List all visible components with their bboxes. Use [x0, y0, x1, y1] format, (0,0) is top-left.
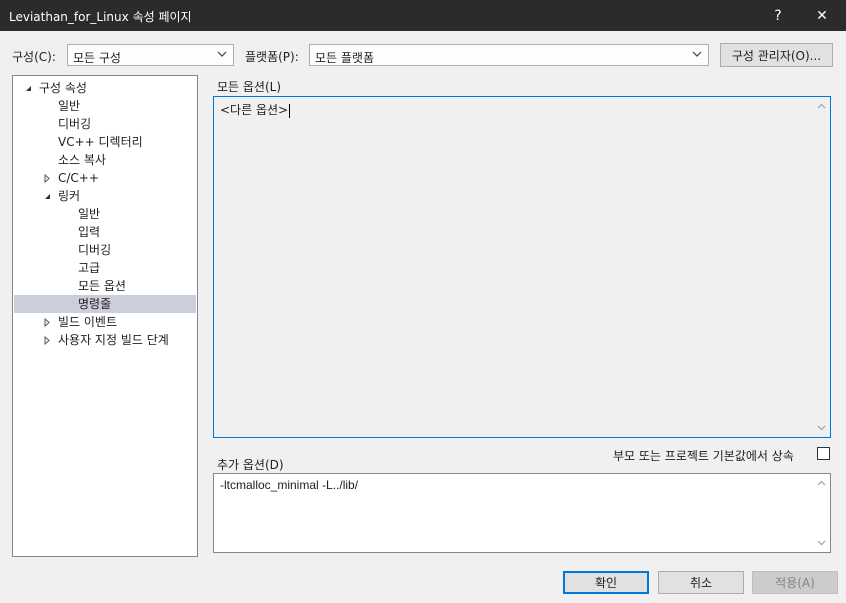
- property-tree[interactable]: 구성 속성 일반 디버깅 VC++ 디렉터리 소스 복사 C/C++ 링커 일반 입력 디버깅 고급…: [12, 75, 198, 557]
- tree-item-label: C/C++: [58, 171, 99, 185]
- window-title: Leviathan_for_Linux 속성 페이지: [9, 10, 192, 24]
- close-button[interactable]: ✕: [802, 0, 842, 31]
- cancel-button[interactable]: 취소: [658, 571, 744, 594]
- tree-item[interactable]: VC++ 디렉터리: [14, 133, 196, 151]
- inherit-checkbox[interactable]: [817, 447, 830, 460]
- tree-item-label: 구성 속성: [39, 81, 87, 95]
- tree-item[interactable]: 빌드 이벤트: [14, 313, 196, 331]
- chevron-down-icon: [692, 51, 702, 57]
- expanded-arrow-icon[interactable]: [43, 192, 52, 201]
- help-button[interactable]: ?: [758, 0, 798, 31]
- platform-value: 모든 플랫폼: [315, 51, 375, 65]
- tree-item[interactable]: 소스 복사: [14, 151, 196, 169]
- all-options-textarea[interactable]: <다른 옵션>: [213, 96, 831, 438]
- text-caret: [289, 103, 291, 118]
- tree-item[interactable]: 사용자 지정 빌드 단계: [14, 331, 196, 349]
- tree-item-label: 빌드 이벤트: [58, 315, 118, 329]
- tree-item[interactable]: 모든 옵션: [14, 277, 196, 295]
- config-value: 모든 구성: [73, 51, 121, 65]
- tree-item-label: 고급: [78, 261, 101, 275]
- tree-item-label: VC++ 디렉터리: [58, 135, 143, 149]
- tree-item[interactable]: 디버깅: [14, 115, 196, 133]
- tree-item[interactable]: 고급: [14, 259, 196, 277]
- all-options-value: <다른 옵션>: [220, 103, 289, 117]
- tree-item-label: 사용자 지정 빌드 단계: [58, 333, 169, 347]
- additional-options-textarea[interactable]: -ltcmalloc_minimal -L../lib/: [213, 473, 831, 553]
- tree-item-label: 모든 옵션: [78, 279, 126, 293]
- scroll-up-icon[interactable]: [817, 102, 826, 111]
- ok-button[interactable]: 확인: [563, 571, 649, 594]
- config-label: 구성(C):: [12, 50, 56, 64]
- title-bar: Leviathan_for_Linux 속성 페이지 ? ✕: [0, 0, 846, 31]
- tree-item-label: 일반: [58, 99, 81, 113]
- scroll-down-icon[interactable]: [817, 423, 826, 432]
- tree-item[interactable]: 입력: [14, 223, 196, 241]
- tree-item-label: 디버깅: [58, 117, 92, 131]
- tree-item-label: 디버깅: [78, 243, 112, 257]
- additional-options-value: -ltcmalloc_minimal -L../lib/: [220, 478, 359, 492]
- additional-options-label: 추가 옵션(D): [217, 458, 284, 472]
- tree-item[interactable]: 일반: [14, 205, 196, 223]
- all-options-scrollbar[interactable]: [814, 98, 829, 436]
- platform-label: 플랫폼(P):: [245, 50, 299, 64]
- additional-options-scrollbar[interactable]: [814, 475, 829, 551]
- config-combobox[interactable]: 모든 구성: [67, 44, 234, 66]
- tree-item[interactable]: 구성 속성: [14, 79, 196, 97]
- tree-item-label: 일반: [78, 207, 101, 221]
- inherit-label: 부모 또는 프로젝트 기본값에서 상속: [613, 449, 794, 463]
- scroll-down-icon[interactable]: [817, 538, 826, 547]
- tree-item-label: 소스 복사: [58, 153, 106, 167]
- tree-item[interactable]: 링커: [14, 187, 196, 205]
- close-icon: ✕: [816, 7, 828, 24]
- collapsed-arrow-icon[interactable]: [43, 336, 52, 345]
- tree-item[interactable]: 일반: [14, 97, 196, 115]
- tree-item[interactable]: 명령줄: [14, 295, 196, 313]
- apply-button[interactable]: 적용(A): [752, 571, 838, 594]
- platform-combobox[interactable]: 모든 플랫폼: [309, 44, 709, 66]
- all-options-label: 모든 옵션(L): [217, 80, 282, 94]
- tree-item[interactable]: 디버깅: [14, 241, 196, 259]
- chevron-down-icon: [217, 51, 227, 57]
- tree-item-label: 명령줄: [78, 297, 112, 311]
- scroll-up-icon[interactable]: [817, 479, 826, 488]
- collapsed-arrow-icon[interactable]: [43, 318, 52, 327]
- expanded-arrow-icon[interactable]: [24, 84, 33, 93]
- tree-item-label: 입력: [78, 225, 101, 239]
- tree-item-label: 링커: [58, 189, 81, 203]
- collapsed-arrow-icon[interactable]: [43, 174, 52, 183]
- tree-item[interactable]: C/C++: [14, 169, 196, 187]
- config-manager-button[interactable]: 구성 관리자(O)...: [720, 43, 833, 67]
